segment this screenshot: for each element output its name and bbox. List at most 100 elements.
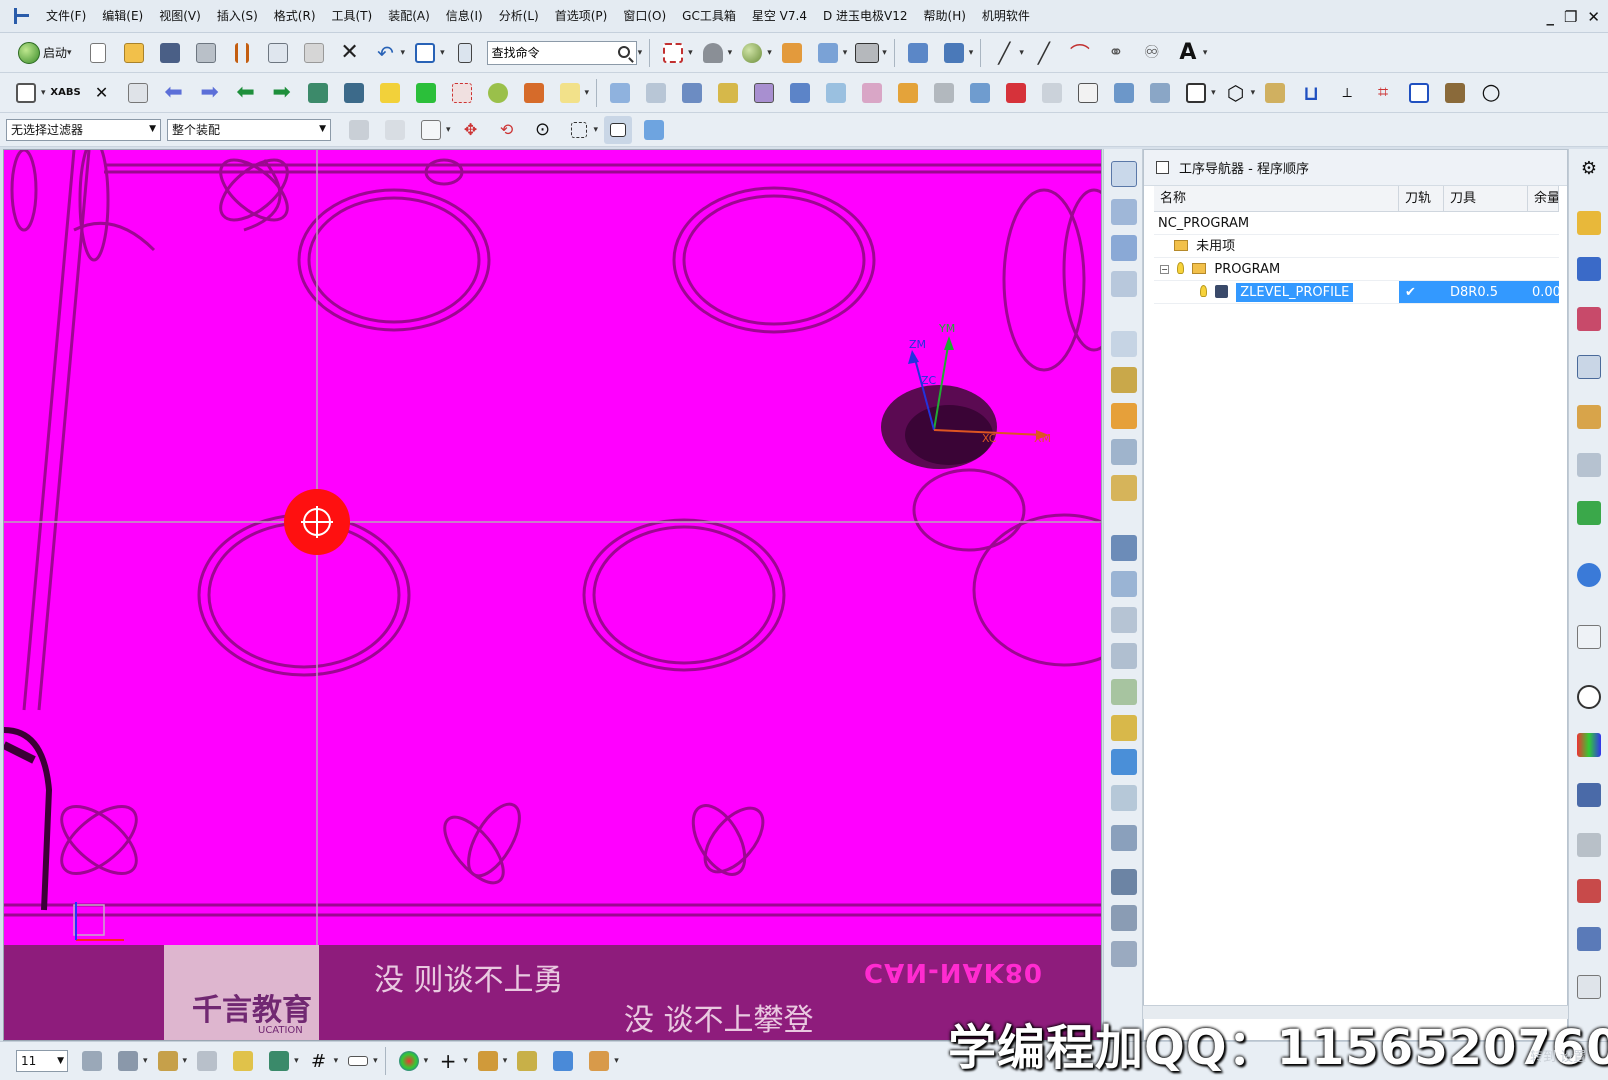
invert-show-icon[interactable]: [265, 1047, 293, 1075]
command-search-input[interactable]: [491, 45, 604, 60]
axis-icon[interactable]: ✕: [88, 79, 116, 107]
annotation-icon[interactable]: ♾: [1138, 39, 1166, 67]
minimize-button[interactable]: _: [1546, 8, 1554, 26]
feeds-speeds-icon[interactable]: [1111, 869, 1137, 895]
collapse-toggle-icon[interactable]: −: [1160, 265, 1169, 274]
copy-icon[interactable]: [264, 39, 292, 67]
geometry-view-icon[interactable]: [1111, 235, 1137, 261]
filter-settings-icon[interactable]: [345, 116, 373, 144]
slot-icon[interactable]: [930, 79, 958, 107]
circle-icon[interactable]: ○: [1477, 79, 1505, 107]
part-navigator-icon[interactable]: [1577, 307, 1601, 331]
chevron-down-icon[interactable]: ▾: [463, 1056, 468, 1066]
web-browser-icon[interactable]: [1577, 563, 1601, 587]
create-method-icon[interactable]: [1111, 439, 1137, 465]
output-cls-icon[interactable]: [1111, 941, 1137, 967]
chevron-down-icon[interactable]: ▾: [440, 48, 445, 58]
grid-icon[interactable]: #: [305, 1047, 333, 1075]
move-face-icon[interactable]: [1146, 79, 1174, 107]
layer-settings-icon[interactable]: [78, 1047, 106, 1075]
system-materials-icon[interactable]: [1577, 733, 1601, 757]
red-block-icon[interactable]: [1002, 79, 1030, 107]
selection-filter-select[interactable]: 无选择过滤器 ▼: [6, 118, 161, 141]
point-cross-icon[interactable]: +: [434, 1047, 462, 1075]
shop-doc-icon[interactable]: [1111, 825, 1137, 851]
menu-edit[interactable]: 编辑(E): [94, 0, 151, 33]
tool-axis-icon[interactable]: [1111, 905, 1137, 931]
menu-help[interactable]: 帮助(H): [916, 0, 974, 33]
verify-toolpath-icon[interactable]: [1111, 679, 1137, 705]
arrow-right-green-icon[interactable]: ➡: [268, 79, 296, 107]
chevron-down-icon[interactable]: ▾: [1251, 88, 1256, 98]
generate-toolpath-icon[interactable]: [1111, 535, 1137, 561]
chevron-down-icon[interactable]: ▾: [594, 125, 599, 135]
pattern-icon[interactable]: [448, 79, 476, 107]
list-toolpath-icon[interactable]: [1111, 607, 1137, 633]
chevron-down-icon[interactable]: ▾: [183, 1056, 188, 1066]
wcs-icon[interactable]: [411, 39, 439, 67]
arrow-left-icon[interactable]: ⬅: [160, 79, 188, 107]
measure-icon[interactable]: [1441, 79, 1469, 107]
color-palette-icon[interactable]: [395, 1047, 423, 1075]
pocket-icon[interactable]: [858, 79, 886, 107]
chevron-down-icon[interactable]: ▾: [1203, 48, 1208, 58]
create-operation-icon[interactable]: [1111, 475, 1137, 501]
shaded-sphere-icon[interactable]: [738, 39, 766, 67]
package-icon[interactable]: [585, 1047, 613, 1075]
layout-icon[interactable]: [12, 79, 40, 107]
chevron-down-icon[interactable]: ▾: [1211, 88, 1216, 98]
layer-visible-icon[interactable]: [114, 1047, 142, 1075]
paint-icon[interactable]: [484, 79, 512, 107]
render-style-icon[interactable]: [699, 39, 727, 67]
point-select-icon[interactable]: [417, 116, 445, 144]
wireframe-view-icon[interactable]: [604, 115, 633, 144]
search-icon[interactable]: [617, 45, 630, 58]
blue-box-icon[interactable]: [549, 1047, 577, 1075]
pad-icon[interactable]: [894, 79, 922, 107]
pin-checkbox[interactable]: [1156, 161, 1169, 174]
chevron-down-icon[interactable]: ▾: [688, 48, 693, 58]
chevron-down-icon[interactable]: ▾: [843, 48, 848, 58]
line-2-icon[interactable]: ╱: [1030, 39, 1058, 67]
nx-app-icon[interactable]: [10, 5, 32, 27]
hide-icon[interactable]: [193, 1047, 221, 1075]
menu-file[interactable]: 文件(F): [38, 0, 94, 33]
menu-tools[interactable]: 工具(T): [324, 0, 381, 33]
revolve-icon[interactable]: [714, 79, 742, 107]
arrow-left-green-icon[interactable]: ⬅: [232, 79, 260, 107]
assembly-icon[interactable]: [904, 39, 932, 67]
snap-point-icon[interactable]: [381, 116, 409, 144]
chevron-down-icon[interactable]: ▾: [728, 48, 733, 58]
circle-select-icon[interactable]: ⊙: [529, 116, 557, 144]
split-body-icon[interactable]: [1074, 79, 1102, 107]
process-studio-icon[interactable]: [1577, 783, 1601, 807]
new-file-icon[interactable]: [84, 39, 112, 67]
menu-assemblies[interactable]: 装配(A): [380, 0, 438, 33]
rectangle-icon[interactable]: [1182, 79, 1210, 107]
bottom-panel-icon[interactable]: [1577, 975, 1601, 999]
chevron-down-icon[interactable]: ▾: [373, 1056, 378, 1066]
create-tool-icon[interactable]: [1111, 367, 1137, 393]
sheet-icon[interactable]: [124, 79, 152, 107]
reuse-library-icon[interactable]: [1577, 453, 1601, 477]
menu-window[interactable]: 窗口(O): [615, 0, 674, 33]
create-program-icon[interactable]: [1111, 331, 1137, 357]
column-stock[interactable]: 余量: [1528, 186, 1559, 211]
create-geometry-icon[interactable]: [1111, 403, 1137, 429]
menu-preferences[interactable]: 首选项(P): [547, 0, 616, 33]
assembly-navigator-icon[interactable]: [1577, 211, 1601, 235]
menu-jiming[interactable]: 机明软件: [974, 0, 1038, 33]
work-layer-select[interactable]: 11 ▼: [16, 1050, 68, 1072]
chevron-down-icon[interactable]: ▾: [767, 48, 772, 58]
hole-icon[interactable]: [786, 79, 814, 107]
machine-navigator-icon[interactable]: [1577, 405, 1601, 429]
graphics-viewport[interactable]: YM ZM ZC XC XM 千言教育 UCATION 没 则谈不上勇 没 谈不…: [3, 149, 1102, 1041]
menu-xingkong[interactable]: 星空 V7.4: [744, 0, 815, 33]
delete-icon[interactable]: ✕: [336, 39, 364, 67]
chevron-down-icon[interactable]: ▾: [424, 1056, 429, 1066]
table-row[interactable]: − PROGRAM: [1154, 258, 1559, 281]
menu-format[interactable]: 格式(R): [266, 0, 324, 33]
chevron-down-icon[interactable]: ▾: [334, 1056, 339, 1066]
line-icon[interactable]: ╱: [990, 39, 1018, 67]
simulate-machine-icon[interactable]: [1111, 715, 1137, 741]
